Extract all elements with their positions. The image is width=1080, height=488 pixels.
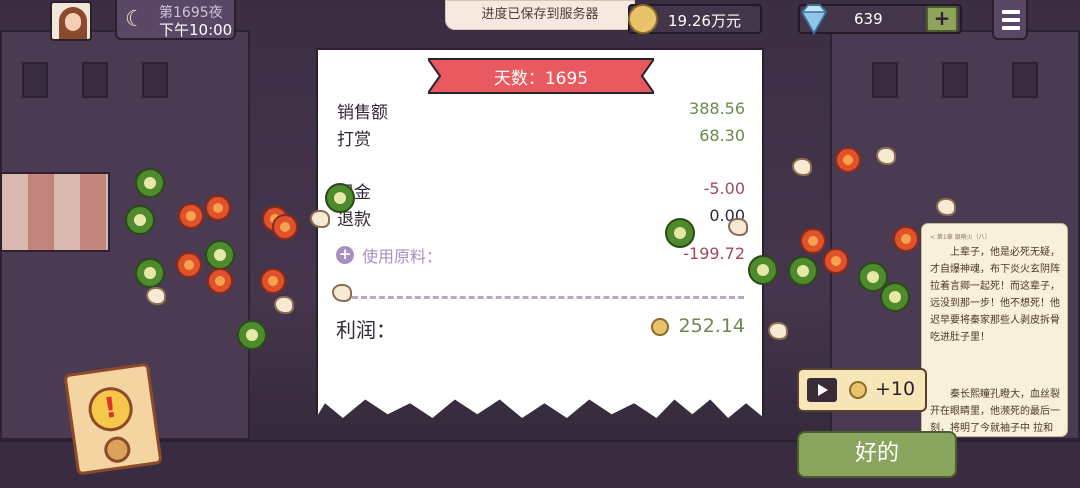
coin-icon bbox=[628, 4, 658, 34]
profit-value: 252.14 bbox=[678, 315, 745, 337]
garlic-clove bbox=[310, 210, 330, 228]
alert-card[interactable]: ! bbox=[63, 362, 163, 476]
tomato-slice bbox=[893, 226, 919, 252]
jalapeno-slice bbox=[135, 258, 165, 288]
tomato-slice bbox=[207, 268, 233, 294]
coin-icon bbox=[849, 381, 867, 399]
ok-button[interactable]: 好的 bbox=[797, 431, 957, 478]
story-reader-overlay[interactable]: < 第1章 银哨火（八） 上辈子，他是必死无疑，才自爆神魂，布下炎火玄阴阵拉着言… bbox=[922, 224, 1067, 436]
garlic-clove bbox=[876, 147, 896, 165]
moon-icon: ☾ bbox=[125, 7, 145, 32]
diamond-icon bbox=[800, 4, 828, 36]
menu-button[interactable] bbox=[992, 0, 1028, 40]
jalapeno-slice bbox=[205, 240, 235, 270]
jalapeno-slice bbox=[135, 168, 165, 198]
money-counter: 19.26万元 bbox=[628, 4, 762, 34]
add-gems-button[interactable]: + bbox=[926, 6, 958, 32]
tomato-slice bbox=[205, 195, 231, 221]
tips-value: 68.30 bbox=[699, 126, 745, 145]
jalapeno-slice bbox=[237, 320, 267, 350]
striped-awning bbox=[0, 172, 110, 252]
ingredients-value: -199.72 bbox=[683, 244, 745, 263]
watch-ad-button[interactable]: +10 bbox=[797, 368, 927, 412]
card-seal bbox=[102, 435, 132, 465]
expand-ingredients-icon[interactable]: + bbox=[336, 246, 354, 264]
coin-icon bbox=[651, 318, 669, 336]
clock-time: 下午10:00 bbox=[159, 21, 233, 39]
jalapeno-slice bbox=[665, 218, 695, 248]
night-time-panel: ☾ 第1695夜 下午10:00 bbox=[115, 0, 236, 40]
tomato-slice bbox=[800, 228, 826, 254]
jalapeno-slice bbox=[325, 183, 355, 213]
story-paragraph: 秦长熙瞳孔瞪大，血丝裂开在眼睛里，他濒死的最后一刻，将明了今就袖子中 拉和目 bbox=[930, 389, 1060, 434]
tomato-slice bbox=[178, 203, 204, 229]
gem-counter: 639 + bbox=[798, 4, 962, 36]
player-avatar[interactable] bbox=[50, 1, 92, 41]
garlic-clove bbox=[274, 296, 294, 314]
garlic-clove bbox=[792, 158, 812, 176]
tomato-slice bbox=[176, 252, 202, 278]
tomato-slice bbox=[272, 214, 298, 240]
jalapeno-slice bbox=[788, 256, 818, 286]
ad-reward-amount: +10 bbox=[875, 378, 916, 400]
jalapeno-slice bbox=[748, 255, 778, 285]
garlic-clove bbox=[728, 218, 748, 236]
garlic-clove bbox=[768, 322, 788, 340]
garlic-clove bbox=[936, 198, 956, 216]
receipt-divider bbox=[352, 296, 744, 299]
garlic-clove bbox=[146, 287, 166, 305]
chapter-header: < 第1章 银哨火（八） bbox=[930, 234, 991, 241]
save-toast: 进度已保存到服务器 bbox=[445, 0, 635, 30]
profit-label: 利润： bbox=[336, 318, 396, 342]
rent-value: -5.00 bbox=[703, 179, 745, 198]
tomato-slice bbox=[260, 268, 286, 294]
play-video-icon bbox=[807, 378, 837, 402]
story-paragraph: 上辈子，他是必死无疑，才自爆神魂，布下炎火玄阴阵拉着言卿一起死！而这辈子，远没到… bbox=[930, 247, 1060, 343]
sales-value: 388.56 bbox=[689, 99, 745, 118]
gem-value: 639 bbox=[854, 10, 883, 28]
sales-label: 销售额 bbox=[337, 103, 388, 123]
money-value: 19.26万元 bbox=[668, 12, 741, 30]
hamburger-icon bbox=[1002, 10, 1020, 14]
jalapeno-slice bbox=[880, 282, 910, 312]
day-title: 天数：1695 bbox=[493, 69, 589, 89]
tips-label: 打赏 bbox=[337, 130, 371, 150]
jalapeno-slice bbox=[125, 205, 155, 235]
exclamation-icon: ! bbox=[85, 384, 136, 435]
ingredients-label[interactable]: 使用原料： bbox=[362, 243, 442, 267]
tomato-slice bbox=[823, 248, 849, 274]
tomato-slice bbox=[835, 147, 861, 173]
garlic-clove bbox=[332, 284, 352, 302]
